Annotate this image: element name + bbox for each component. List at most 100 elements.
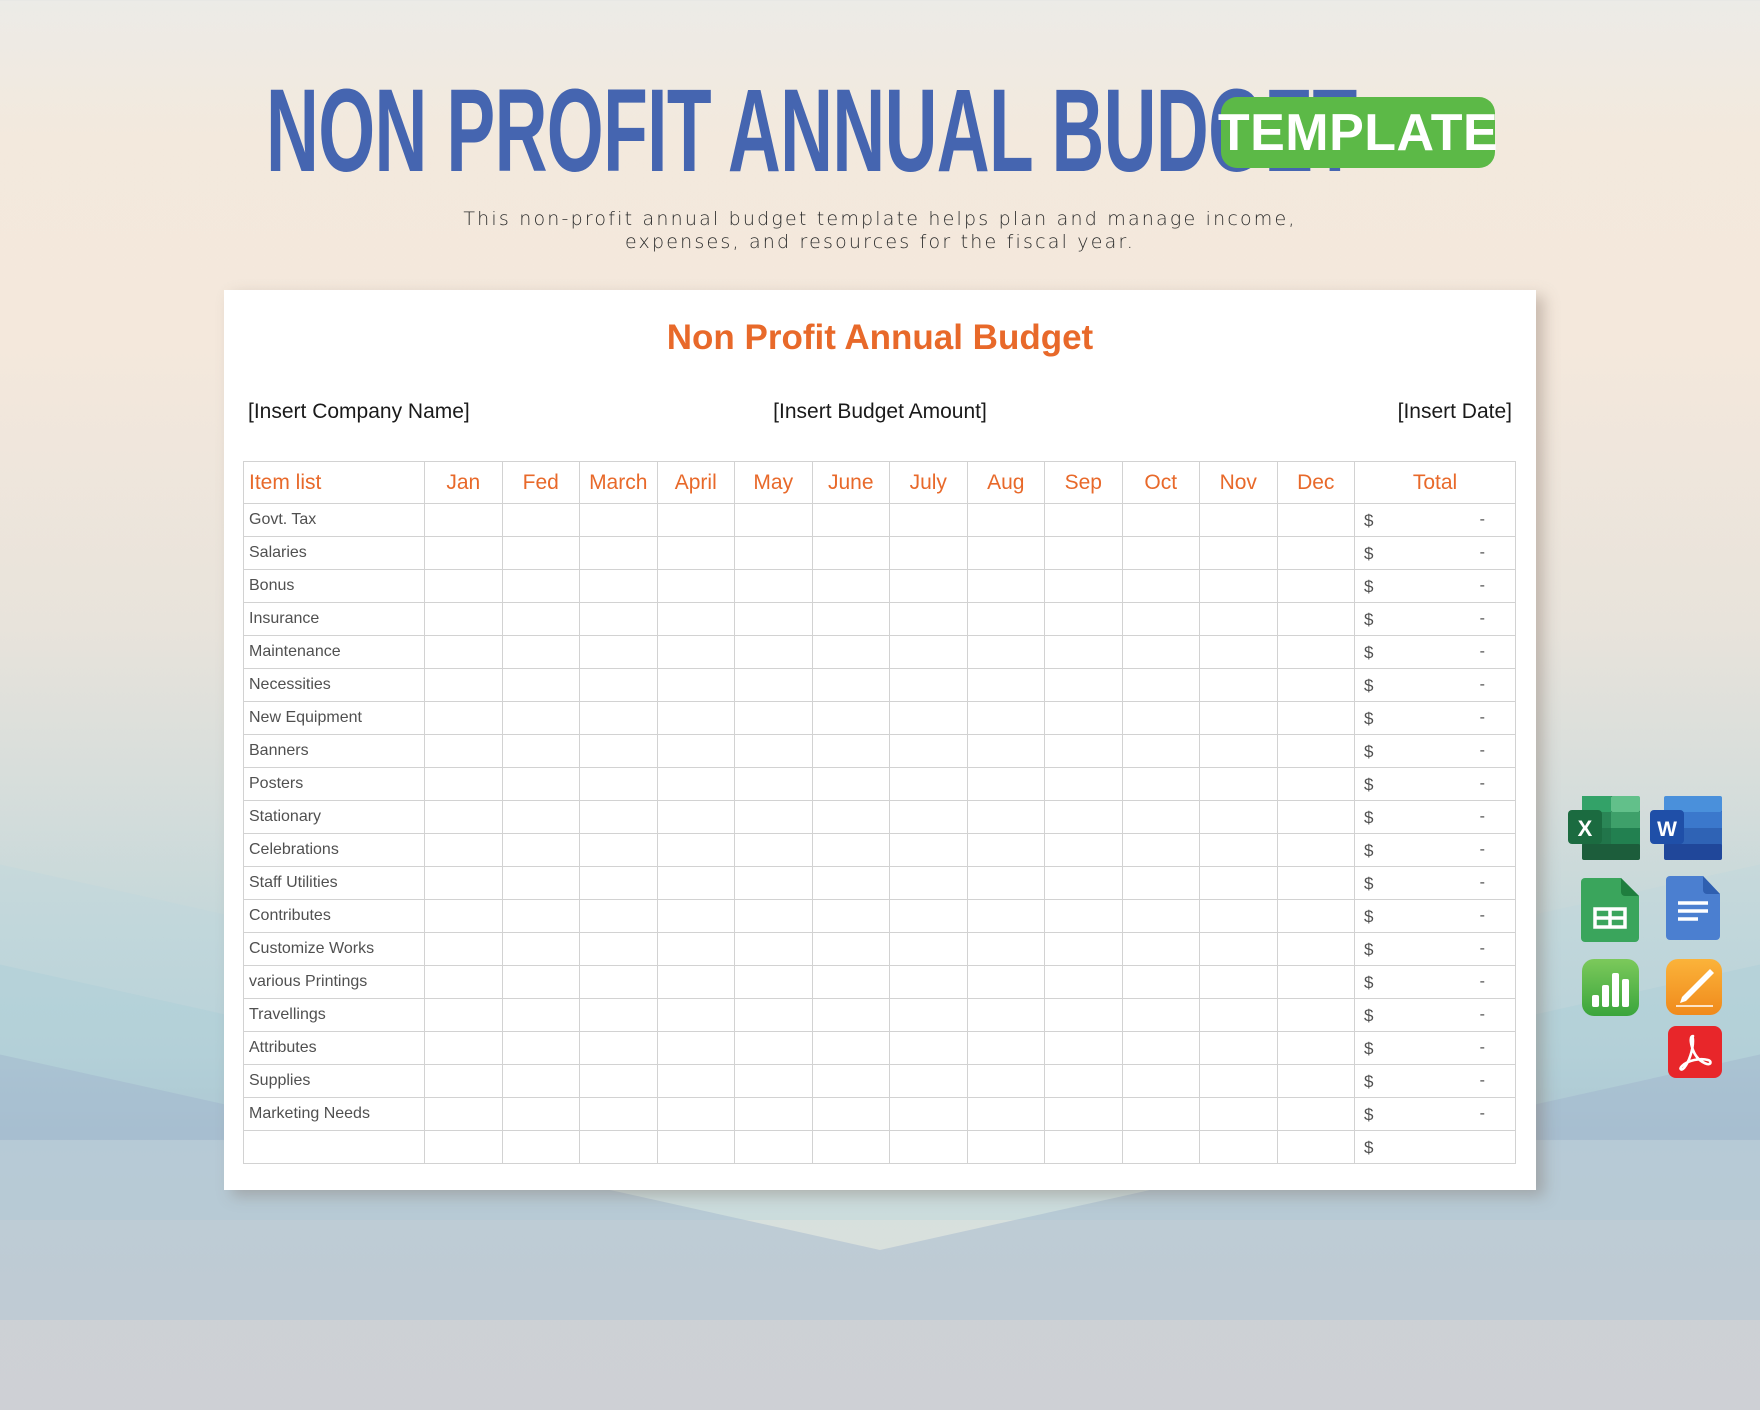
month-value-cell[interactable] [579,767,658,801]
month-value-cell[interactable] [1276,767,1355,801]
month-value-cell[interactable] [1199,965,1278,999]
item-name-cell[interactable]: Customize Works [243,932,425,966]
month-value-cell[interactable] [811,701,890,735]
month-value-cell[interactable] [501,965,580,999]
month-value-cell[interactable] [656,734,735,768]
apple-numbers-icon[interactable] [1582,959,1639,1016]
month-value-cell[interactable] [1276,1031,1355,1065]
month-value-cell[interactable] [424,932,503,966]
month-value-cell[interactable] [1199,1064,1278,1098]
month-value-cell[interactable] [734,734,813,768]
total-cell[interactable]: $ - [1354,635,1516,669]
date-field[interactable]: [Insert Date] [1398,400,1512,424]
total-cell[interactable]: $ - [1354,998,1516,1032]
item-name-cell[interactable]: Insurance [243,602,425,636]
month-value-cell[interactable] [424,734,503,768]
month-value-cell[interactable] [424,635,503,669]
month-value-cell[interactable] [579,635,658,669]
month-value-cell[interactable] [811,668,890,702]
month-value-cell[interactable] [734,899,813,933]
total-cell[interactable]: $ - [1354,833,1516,867]
month-value-cell[interactable] [734,767,813,801]
item-name-cell[interactable]: Banners [243,734,425,768]
item-name-cell[interactable]: Govt. Tax [243,503,425,537]
month-value-cell[interactable] [1044,800,1123,834]
month-value-cell[interactable] [889,800,968,834]
month-value-cell[interactable] [1276,932,1355,966]
item-name-cell[interactable]: Salaries [243,536,425,570]
month-value-cell[interactable] [579,965,658,999]
month-value-cell[interactable] [501,1097,580,1131]
month-value-cell[interactable] [424,536,503,570]
month-value-cell[interactable] [656,635,735,669]
month-value-cell[interactable] [811,1130,890,1164]
month-value-cell[interactable] [1276,866,1355,900]
month-value-cell[interactable] [889,668,968,702]
month-value-cell[interactable] [656,899,735,933]
month-value-cell[interactable] [501,503,580,537]
budget-amount-value[interactable]: [Insert Budget Amount] [773,400,987,423]
month-value-cell[interactable] [1044,1130,1123,1164]
month-value-cell[interactable] [734,569,813,603]
month-value-cell[interactable] [656,998,735,1032]
month-value-cell[interactable] [424,965,503,999]
month-value-cell[interactable] [579,734,658,768]
month-value-cell[interactable] [1276,734,1355,768]
item-name-cell[interactable]: various Printings [243,965,425,999]
month-value-cell[interactable] [1276,998,1355,1032]
month-value-cell[interactable] [966,668,1045,702]
month-value-cell[interactable] [579,602,658,636]
month-value-cell[interactable] [1276,1097,1355,1131]
month-value-cell[interactable] [579,1130,658,1164]
month-value-cell[interactable] [734,1097,813,1131]
month-value-cell[interactable] [734,998,813,1032]
month-value-cell[interactable] [966,800,1045,834]
total-cell[interactable]: $ - [1354,767,1516,801]
month-value-cell[interactable] [1044,1097,1123,1131]
total-cell[interactable]: $ - [1354,668,1516,702]
month-value-cell[interactable] [966,866,1045,900]
month-value-cell[interactable] [811,866,890,900]
month-value-cell[interactable] [1044,503,1123,537]
month-value-cell[interactable] [579,569,658,603]
item-name-cell[interactable]: Travellings [243,998,425,1032]
google-docs-icon[interactable] [1666,876,1720,940]
total-cell[interactable]: $ - [1354,1031,1516,1065]
month-value-cell[interactable] [1276,701,1355,735]
month-value-cell[interactable] [1044,866,1123,900]
month-value-cell[interactable] [1044,965,1123,999]
month-value-cell[interactable] [1276,569,1355,603]
month-value-cell[interactable] [1121,635,1200,669]
month-value-cell[interactable] [656,800,735,834]
total-cell[interactable]: $ - [1354,932,1516,966]
month-value-cell[interactable] [889,998,968,1032]
total-cell[interactable]: $ [1354,1130,1516,1164]
month-value-cell[interactable] [501,734,580,768]
month-value-cell[interactable] [579,1031,658,1065]
month-value-cell[interactable] [501,998,580,1032]
month-value-cell[interactable] [1044,536,1123,570]
item-name-cell[interactable]: Necessities [243,668,425,702]
month-value-cell[interactable] [1121,536,1200,570]
month-value-cell[interactable] [424,767,503,801]
month-value-cell[interactable] [501,701,580,735]
month-value-cell[interactable] [966,767,1045,801]
item-name-cell[interactable]: Contributes [243,899,425,933]
month-value-cell[interactable] [1044,1031,1123,1065]
month-value-cell[interactable] [579,1097,658,1131]
month-value-cell[interactable] [966,602,1045,636]
month-value-cell[interactable] [1121,932,1200,966]
month-value-cell[interactable] [966,635,1045,669]
month-value-cell[interactable] [734,701,813,735]
month-value-cell[interactable] [966,1097,1045,1131]
month-value-cell[interactable] [579,668,658,702]
item-name-cell[interactable]: Posters [243,767,425,801]
total-cell[interactable]: $ - [1354,701,1516,735]
month-value-cell[interactable] [966,1031,1045,1065]
month-value-cell[interactable] [734,602,813,636]
month-value-cell[interactable] [1121,503,1200,537]
month-value-cell[interactable] [734,536,813,570]
month-value-cell[interactable] [656,866,735,900]
month-value-cell[interactable] [1276,899,1355,933]
month-value-cell[interactable] [811,1064,890,1098]
